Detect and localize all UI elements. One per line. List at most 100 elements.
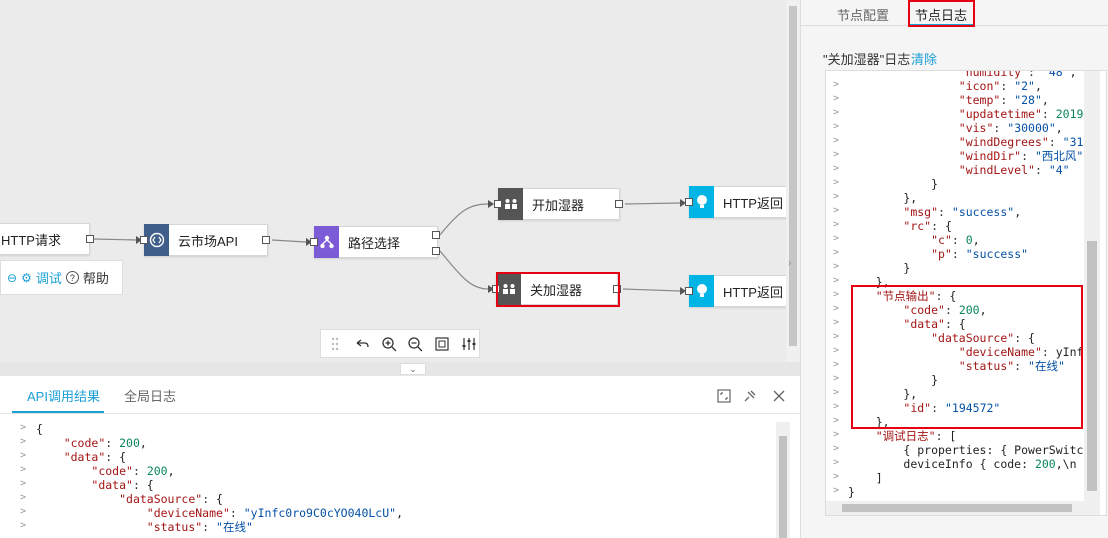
output-port[interactable] [86,235,94,243]
code-line: "icon": "2", [958,79,1042,93]
input-port[interactable] [310,238,318,246]
node-http-return-2[interactable]: HTTP返回 [689,274,786,307]
delete-icon[interactable]: ⊖ [7,271,17,285]
log-scrollbar[interactable] [1084,71,1100,501]
close-icon[interactable] [771,388,787,404]
fold-chevron-icon[interactable]: > [833,233,839,244]
fullscreen-icon[interactable] [716,388,732,404]
zoom-out-icon[interactable] [405,334,425,354]
selected-node-highlight [496,272,620,307]
fold-chevron-icon[interactable]: > [833,303,839,314]
fold-chevron-icon[interactable]: > [833,331,839,342]
help-button[interactable]: 帮助 [83,268,109,287]
code-line: "temp": "28", [958,93,1049,107]
fold-chevron-icon[interactable]: > [20,492,26,503]
drag-handle-icon[interactable] [325,334,345,354]
node-route-select[interactable]: 路径选择 [314,225,438,258]
code-line: { properties: { PowerSwitch [903,443,1088,457]
fold-chevron-icon[interactable]: > [833,457,839,468]
fold-chevron-icon[interactable]: > [833,317,839,328]
fold-chevron-icon[interactable]: > [20,478,26,489]
fold-chevron-icon[interactable]: > [833,247,839,258]
fold-chevron-icon[interactable]: > [20,506,26,517]
fold-chevron-icon[interactable]: > [20,520,26,531]
fold-chevron-icon[interactable]: > [833,191,839,202]
clear-log-button[interactable]: 清除 [911,49,937,68]
fold-chevron-icon[interactable]: > [833,359,839,370]
flow-canvas[interactable]: HTTP请求 云市场API 路径选择 开加湿器 关加湿器 HTTP返回 HTTP… [0,0,786,362]
edge-request-api [93,238,137,241]
pin-icon[interactable] [742,388,758,404]
node-humidifier-on[interactable]: 开加湿器 [498,187,620,220]
fold-chevron-icon[interactable]: > [20,422,26,433]
zoom-in-icon[interactable] [379,334,399,354]
fold-chevron-icon[interactable]: > [20,436,26,447]
chevron-right-icon[interactable]: › [788,258,798,272]
settings-sliders-icon[interactable] [459,334,479,354]
code-line: "rc": { [903,219,952,233]
fold-chevron-icon[interactable]: > [833,93,839,104]
fold-chevron-icon[interactable]: > [833,485,839,496]
input-port[interactable] [685,198,693,206]
chevron-down-icon[interactable]: ⌄ [400,363,426,375]
fold-chevron-icon[interactable]: > [833,121,839,132]
input-port[interactable] [494,200,502,208]
active-tab-highlight [908,0,975,27]
scrollbar-thumb[interactable] [779,436,787,538]
scrollbar-thumb[interactable] [842,504,1072,512]
fold-chevron-icon[interactable]: > [833,429,839,440]
api-result-viewer[interactable]: > > > > > > > > { "code": 200, "data": {… [0,422,772,538]
output-port[interactable] [432,231,440,239]
fold-chevron-icon[interactable]: > [833,275,839,286]
tab-global-log[interactable]: 全局日志 [124,386,176,405]
log-horizontal-scrollbar[interactable] [826,501,1100,515]
input-port[interactable] [140,236,148,244]
output-port[interactable] [432,247,440,255]
fold-chevron-icon[interactable]: > [833,261,839,272]
fold-chevron-icon[interactable]: > [833,345,839,356]
fold-chevron-icon[interactable]: > [20,450,26,461]
fold-chevron-icon[interactable]: > [833,219,839,230]
fold-chevron-icon[interactable]: > [833,387,839,398]
node-cloud-api[interactable]: 云市场API [144,223,268,256]
undo-icon[interactable] [352,334,372,354]
edge-on-return [624,202,681,205]
node-http-request[interactable]: HTTP请求 [0,223,90,255]
fold-chevron-icon[interactable]: > [833,107,839,118]
output-port[interactable] [615,200,623,208]
fold-chevron-icon[interactable]: > [833,163,839,174]
help-icon[interactable]: ? [65,271,79,284]
code-line: "updatetime": 2019- [958,107,1088,121]
fold-chevron-icon[interactable]: > [833,415,839,426]
node-http-return-1[interactable]: HTTP返回 [689,185,786,218]
tab-api-result[interactable]: API调用结果 [27,386,100,405]
fold-chevron-icon[interactable]: > [833,135,839,146]
scrollbar-thumb[interactable] [789,6,797,346]
canvas-scrollbar[interactable] [786,0,800,362]
fold-chevron-icon[interactable]: > [833,471,839,482]
fold-chevron-icon[interactable]: > [833,443,839,454]
input-port[interactable] [685,287,693,295]
edge-off-return [622,288,681,292]
output-port[interactable] [262,236,270,244]
fold-chevron-icon[interactable]: > [833,177,839,188]
fold-chevron-icon[interactable]: > [833,205,839,216]
fold-chevron-icon[interactable]: > [833,289,839,300]
debug-button[interactable]: 调试 [36,268,62,287]
edge-route-on [439,203,489,236]
fold-chevron-icon[interactable]: > [833,149,839,160]
code-line: "code": 200, [63,436,147,450]
debug-icon[interactable]: ⚙ [21,271,32,285]
tab-node-config[interactable]: 节点配置 [837,5,889,24]
result-scrollbar[interactable] [776,422,790,538]
code-line: "status": "在线" [146,520,253,534]
fold-chevron-icon[interactable]: > [833,79,839,90]
scrollbar-thumb[interactable] [1087,241,1097,491]
fold-chevron-icon[interactable]: > [20,464,26,475]
fold-chevron-icon[interactable]: > [833,401,839,412]
fit-view-icon[interactable] [432,334,452,354]
code-line: "data": { [63,450,127,464]
code-line: "deviceName": "yInfc0ro9C0cYO040LcU", [146,506,404,520]
code-line: "windLevel": "4" [958,163,1070,177]
fold-chevron-icon[interactable]: > [833,373,839,384]
